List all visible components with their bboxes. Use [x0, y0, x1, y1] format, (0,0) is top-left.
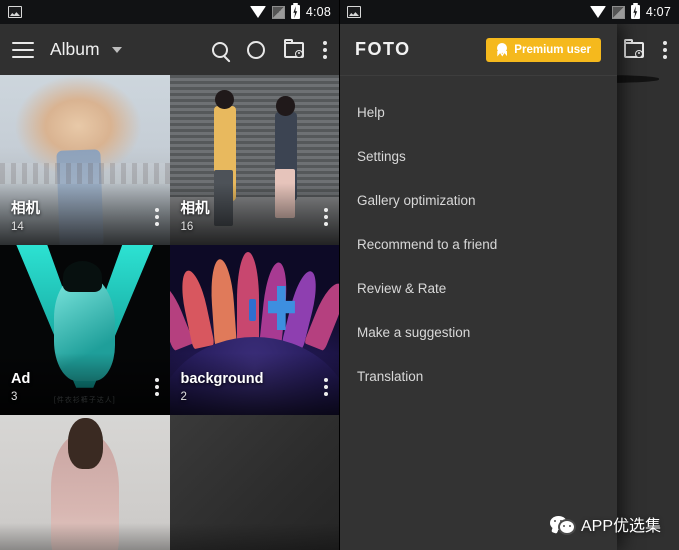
menu-item-settings[interactable]: Settings [339, 134, 617, 178]
navigation-drawer: FOTO Premium user Help Settings Gallery … [339, 24, 617, 550]
battery-charging-icon [290, 2, 300, 19]
album-tile[interactable]: Pictures [169, 415, 339, 550]
dual-screenshot-container: 4:08 Album 相机 14 相机 16 Ad 3 background 2… [0, 0, 679, 550]
menu-item-label: Recommend to a friend [357, 236, 498, 252]
photo-notification-icon [8, 6, 22, 18]
album-tile[interactable]: background 2 [169, 245, 339, 415]
album-meta: Ad 3 [11, 371, 30, 403]
wifi-icon [589, 6, 606, 18]
album-tile[interactable]: Sf ... images [0, 415, 170, 550]
folder-add-icon[interactable] [284, 38, 304, 58]
album-count: 14 [11, 221, 24, 233]
left-screen-album-grid: 4:08 Album 相机 14 相机 16 Ad 3 background 2 [0, 0, 339, 550]
album-name: 相机 [11, 201, 40, 218]
premium-badge-label: Premium user [514, 43, 591, 56]
status-bar: 4:07 [339, 0, 679, 24]
premium-user-badge[interactable]: Premium user [486, 37, 601, 62]
status-bar-notifications [347, 6, 361, 18]
search-icon[interactable] [212, 41, 228, 58]
drawer-header: FOTO Premium user [339, 24, 617, 75]
album-tile[interactable]: [件衣衫裤子达人] Ad 3 [0, 245, 170, 415]
menu-item-label: Gallery optimization [357, 192, 476, 208]
menu-item-label: Make a suggestion [357, 324, 471, 340]
menu-item-translation[interactable]: Translation [339, 354, 617, 398]
status-bar-system-icons: 4:08 [249, 2, 331, 19]
album-count: 2 [180, 391, 187, 403]
status-bar-clock: 4:07 [645, 5, 671, 19]
right-screen-navigation-drawer: 4:07 着贫穷 [339, 0, 679, 550]
page-title: Album [50, 39, 100, 59]
album-name: background [180, 371, 264, 388]
wechat-icon [549, 515, 574, 533]
signal-icon [611, 5, 625, 19]
album-meta: background 2 [181, 371, 264, 403]
status-bar-notifications [8, 6, 22, 18]
overflow-menu-icon[interactable] [154, 208, 159, 226]
app-toolbar: Album [0, 24, 339, 75]
status-bar: 4:08 [0, 0, 339, 24]
watermark-text: APP优选集 [580, 518, 661, 535]
overflow-menu-icon[interactable] [323, 40, 327, 59]
hamburger-icon[interactable] [12, 41, 34, 58]
album-name: Ad [11, 371, 31, 388]
menu-item-recommend-to-a-friend[interactable]: Recommend to a friend [339, 222, 617, 266]
album-name: 相机 [180, 201, 210, 218]
menu-item-help[interactable]: Help [339, 90, 617, 134]
thumbnail-scrim [0, 523, 170, 550]
menu-item-label: Translation [357, 368, 424, 384]
status-bar-clock: 4:08 [305, 5, 331, 19]
album-meta: 相机 16 [181, 201, 210, 233]
signal-icon [271, 5, 285, 19]
album-grid: 相机 14 相机 16 [件衣衫裤子达人] [0, 75, 339, 550]
album-count: 16 [180, 221, 194, 233]
circle-icon[interactable] [247, 40, 265, 59]
album-meta: 相机 14 [11, 201, 40, 233]
wifi-icon [249, 6, 266, 18]
overflow-menu-icon[interactable] [663, 40, 667, 59]
folder-add-icon[interactable] [624, 38, 644, 58]
menu-item-make-a-suggestion[interactable]: Make a suggestion [339, 310, 617, 354]
battery-charging-icon [630, 2, 640, 19]
menu-item-label: Review & Rate [357, 280, 447, 296]
thumbnail-scrim [169, 523, 339, 550]
menu-item-label: Help [357, 104, 385, 120]
menu-item-gallery-optimization[interactable]: Gallery optimization [339, 178, 617, 222]
chevron-down-icon[interactable] [111, 46, 122, 53]
toolbar-actions [212, 38, 327, 59]
menu-item-review-and-rate[interactable]: Review & Rate [339, 266, 617, 310]
status-bar-system-icons: 4:07 [589, 2, 671, 19]
album-tile[interactable]: 相机 16 [169, 75, 339, 245]
overflow-menu-icon[interactable] [154, 378, 159, 396]
album-count: 3 [11, 391, 18, 403]
app-brand-name: FOTO [355, 39, 411, 59]
album-tile[interactable]: 相机 14 [0, 75, 170, 245]
overflow-menu-icon[interactable] [324, 208, 328, 226]
screen-divider [339, 0, 340, 550]
overflow-menu-icon[interactable] [324, 378, 328, 396]
wechat-watermark: APP优选集 [549, 512, 661, 536]
drawer-menu: Help Settings Gallery optimization Recom… [339, 76, 617, 398]
menu-item-label: Settings [357, 148, 406, 164]
medal-icon [496, 42, 508, 57]
photo-notification-icon [347, 6, 361, 18]
